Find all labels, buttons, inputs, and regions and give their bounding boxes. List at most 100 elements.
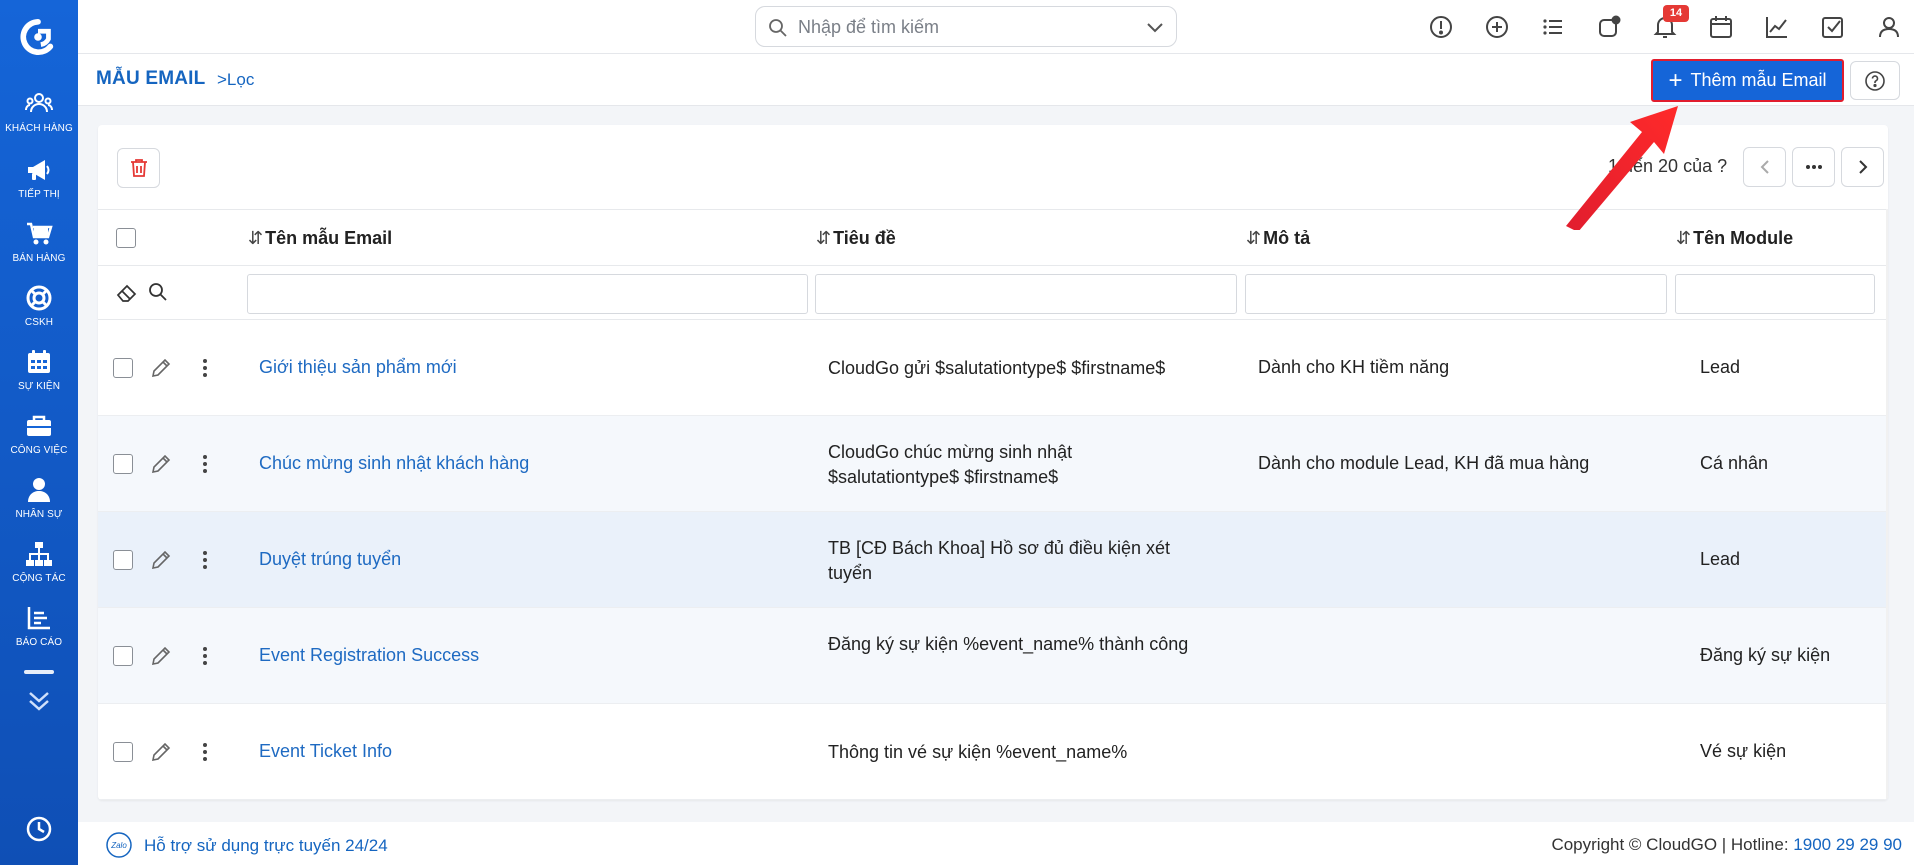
template-description: Dành cho module Lead, KH đã mua hàng bbox=[1258, 453, 1590, 473]
column-header-description[interactable]: ⇵ Mô tả bbox=[1246, 228, 1310, 249]
cart-icon bbox=[27, 222, 53, 245]
template-module: Cá nhân bbox=[1700, 453, 1769, 473]
filter-name-input[interactable] bbox=[247, 274, 808, 314]
row-checkbox[interactable] bbox=[113, 550, 133, 570]
filter-subject-input[interactable] bbox=[815, 274, 1237, 314]
filter-module-input[interactable] bbox=[1675, 274, 1875, 314]
profile-icon[interactable] bbox=[1876, 14, 1902, 40]
prev-page-button[interactable] bbox=[1743, 147, 1786, 187]
more-vertical-icon[interactable] bbox=[198, 549, 212, 571]
column-header-name[interactable]: ⇵ Tên mẫu Email bbox=[248, 228, 392, 249]
chevron-down-icon[interactable] bbox=[1146, 20, 1164, 34]
sidebar-item-tasks[interactable]: CÔNG VIỆC bbox=[0, 412, 78, 470]
sidebar-item-marketing[interactable]: TIẾP THỊ bbox=[0, 156, 78, 214]
template-name-link[interactable]: Event Ticket Info bbox=[259, 741, 392, 762]
more-vertical-icon[interactable] bbox=[198, 357, 212, 379]
chart-line-icon[interactable] bbox=[1764, 14, 1790, 40]
row-checkbox[interactable] bbox=[113, 646, 133, 666]
pencil-icon[interactable] bbox=[150, 549, 172, 571]
column-header-subject[interactable]: ⇵ Tiêu đề bbox=[816, 228, 896, 249]
template-name-link[interactable]: Event Registration Success bbox=[259, 645, 479, 666]
lifebuoy-icon bbox=[26, 285, 52, 311]
pencil-icon[interactable] bbox=[150, 357, 172, 379]
trash-icon bbox=[130, 159, 147, 177]
sidebar-item-reports[interactable]: BÁO CÁO bbox=[0, 604, 78, 662]
top-bar: 14 bbox=[78, 0, 1914, 54]
template-subject: Đăng ký sự kiện %event_name% thành công bbox=[828, 634, 1189, 654]
delete-button[interactable] bbox=[117, 148, 160, 188]
support-link[interactable]: Hỗ trợ sử dụng trực tuyến 24/24 bbox=[144, 836, 388, 856]
table-row[interactable]: Event Registration Success Đăng ký sự ki… bbox=[98, 608, 1888, 704]
search-box[interactable] bbox=[755, 6, 1177, 47]
sidebar-item-events[interactable]: SỰ KIỆN bbox=[0, 348, 78, 406]
help-button[interactable] bbox=[1850, 61, 1900, 100]
zalo-icon[interactable]: Zalo bbox=[106, 832, 132, 858]
sort-icon: ⇵ bbox=[248, 228, 264, 248]
table-row[interactable]: Chúc mừng sinh nhật khách hàng CloudGo c… bbox=[98, 416, 1888, 512]
sort-icon: ⇵ bbox=[1246, 228, 1262, 248]
table-row[interactable]: Giới thiệu sản phẩm mới CloudGo gửi $sal… bbox=[98, 320, 1888, 416]
template-subject: CloudGo chúc mừng sinh nhật $salutationt… bbox=[828, 442, 1073, 487]
alert-icon[interactable] bbox=[1428, 14, 1454, 40]
pencil-icon[interactable] bbox=[150, 741, 172, 763]
template-description: Dành cho KH tiềm năng bbox=[1258, 357, 1450, 377]
select-all-checkbox[interactable] bbox=[116, 228, 136, 248]
clock-icon[interactable] bbox=[25, 815, 53, 843]
sidebar-item-customers[interactable]: KHÁCH HÀNG bbox=[0, 90, 78, 148]
sidebar-item-collaboration[interactable]: CỘNG TÁC bbox=[0, 540, 78, 598]
org-chart-icon bbox=[26, 542, 52, 566]
eraser-icon[interactable] bbox=[116, 283, 138, 303]
sidebar-partial-item bbox=[24, 670, 54, 674]
sidebar-item-label: CỘNG TÁC bbox=[12, 573, 66, 584]
filter-link[interactable]: >Lọc bbox=[217, 70, 254, 90]
hotline-link[interactable]: 1900 29 29 90 bbox=[1793, 835, 1902, 854]
add-email-template-button[interactable]: + Thêm mẫu Email bbox=[1651, 59, 1844, 102]
page-header: MẪU EMAIL >Lọc + Thêm mẫu Email bbox=[78, 54, 1914, 106]
add-button-label: Thêm mẫu Email bbox=[1690, 70, 1827, 90]
table-row[interactable]: Duyệt trúng tuyển TB [CĐ Bách Khoa] Hồ s… bbox=[98, 512, 1888, 608]
app-badge-icon[interactable] bbox=[1596, 14, 1622, 40]
pencil-icon[interactable] bbox=[150, 645, 172, 667]
template-subject: TB [CĐ Bách Khoa] Hồ sơ đủ điều kiện xét… bbox=[828, 538, 1170, 583]
list-icon[interactable] bbox=[1540, 14, 1566, 40]
search-input[interactable] bbox=[798, 15, 1128, 39]
more-vertical-icon[interactable] bbox=[198, 453, 212, 475]
table-row[interactable]: Event Ticket Info Thông tin vé sự kiện %… bbox=[98, 704, 1888, 800]
page-title: MẪU EMAIL bbox=[96, 68, 206, 89]
sort-icon: ⇵ bbox=[816, 228, 832, 248]
calendar-icon bbox=[28, 350, 50, 373]
cloudgo-logo[interactable] bbox=[19, 18, 57, 56]
template-name-link[interactable]: Giới thiệu sản phẩm mới bbox=[259, 357, 457, 378]
pencil-icon[interactable] bbox=[150, 453, 172, 475]
notification-badge: 14 bbox=[1663, 5, 1689, 22]
template-name-link[interactable]: Chúc mừng sinh nhật khách hàng bbox=[259, 453, 529, 474]
column-header-module[interactable]: ⇵ Tên Module bbox=[1676, 228, 1793, 249]
help-icon bbox=[1865, 70, 1885, 91]
template-name-link[interactable]: Duyệt trúng tuyển bbox=[259, 549, 401, 570]
row-checkbox[interactable] bbox=[113, 454, 133, 474]
more-vertical-icon[interactable] bbox=[198, 645, 212, 667]
sidebar-item-hr[interactable]: NHÂN SỰ bbox=[0, 476, 78, 534]
sidebar-item-support[interactable]: CSKH bbox=[0, 284, 78, 342]
template-subject: CloudGo gửi $salutationtype$ $firstname$ bbox=[828, 358, 1166, 378]
customers-icon bbox=[25, 93, 53, 113]
copyright-text: Copyright © CloudGO | Hotline: 1900 29 2… bbox=[1551, 835, 1902, 854]
filter-description-input[interactable] bbox=[1245, 274, 1667, 314]
footer: Zalo Hỗ trợ sử dụng trực tuyến 24/24 Cop… bbox=[78, 822, 1914, 865]
chevron-left-icon bbox=[1760, 160, 1769, 174]
more-vertical-icon[interactable] bbox=[198, 741, 212, 763]
checkbox-icon[interactable] bbox=[1820, 14, 1846, 40]
sidebar: KHÁCH HÀNG TIẾP THỊ BÁN HÀNG CSKH SỰ KIỆ… bbox=[0, 0, 78, 865]
calendar-icon[interactable] bbox=[1708, 14, 1734, 40]
add-circle-icon[interactable] bbox=[1484, 14, 1510, 40]
sidebar-item-label: BÁO CÁO bbox=[15, 637, 63, 648]
row-checkbox[interactable] bbox=[113, 742, 133, 762]
sidebar-item-sales[interactable]: BÁN HÀNG bbox=[0, 220, 78, 278]
briefcase-icon bbox=[27, 415, 51, 436]
more-pages-button[interactable] bbox=[1792, 147, 1835, 187]
pagination-info: 1 đến 20 của ? bbox=[1608, 156, 1728, 176]
search-icon[interactable] bbox=[148, 282, 168, 302]
next-page-button[interactable] bbox=[1841, 147, 1884, 187]
chevron-double-down-icon[interactable] bbox=[25, 690, 53, 712]
row-checkbox[interactable] bbox=[113, 358, 133, 378]
